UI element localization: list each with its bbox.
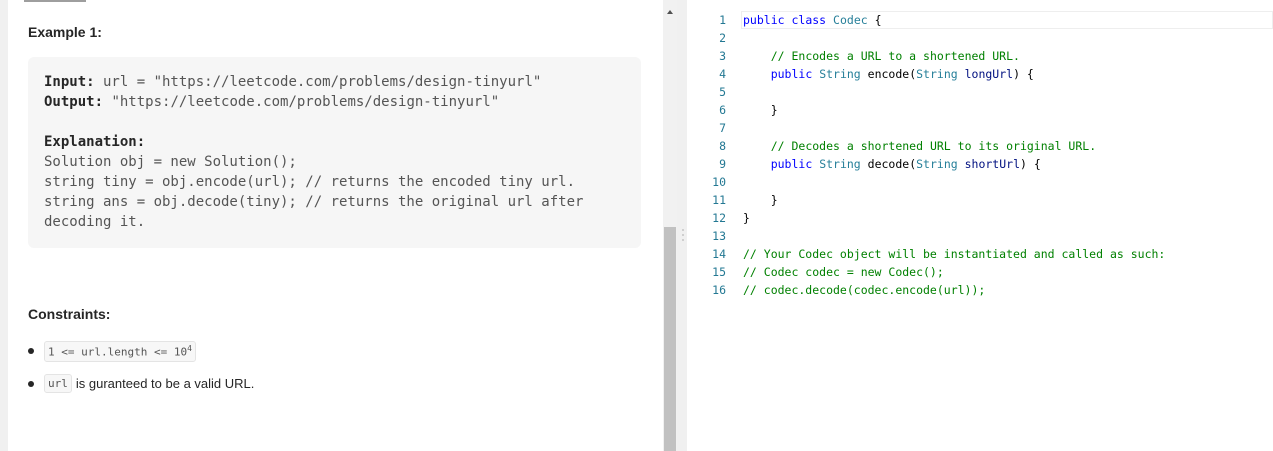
line-number: 1 (719, 13, 726, 27)
code-token: { (867, 13, 882, 27)
active-tab-indicator (24, 0, 86, 2)
line-number: 16 (712, 283, 726, 297)
code-text[interactable]: public class Codec { (743, 11, 882, 29)
grip-dot (682, 229, 684, 231)
inline-code: url (44, 374, 72, 393)
line-number: 12 (712, 211, 726, 225)
line-number: 8 (719, 139, 726, 153)
code-editor[interactable]: 1 public class Codec {2 3 // Encodes a URL… (687, 0, 1273, 451)
code-token: // codec.decode(codec.encode(url)); (743, 283, 986, 297)
code-token: } (743, 103, 778, 117)
code-token: shortUrl (964, 157, 1020, 171)
inline-code: 1 <= url.length <= 104 (44, 341, 196, 362)
example-explanation-line: string ans = obj.decode(tiny); // return… (44, 194, 584, 210)
code-token: class (791, 13, 827, 27)
scroll-up-arrow-icon[interactable] (667, 10, 673, 14)
grip-dot (682, 234, 684, 236)
example-explanation-line: string tiny = obj.encode(url); // return… (44, 174, 576, 190)
code-token: // Encodes a URL to a shortened URL. (770, 49, 1020, 63)
line-number: 11 (712, 193, 726, 207)
code-text[interactable]: // codec.decode(codec.encode(url)); (743, 281, 985, 299)
constraint-item: 1 <= url.length <= 104 (28, 341, 200, 362)
code-token: String (916, 157, 958, 171)
problem-description-panel: Example 1: Input: url = "https://leetcod… (8, 0, 663, 451)
code-token: longUrl (964, 67, 1014, 81)
code-token: } (743, 193, 778, 207)
code-text[interactable]: } (743, 209, 750, 227)
example-output-line: Output: "https://leetcode.com/problems/d… (44, 94, 500, 110)
code-token: // Codec codec = new Codec(); (743, 265, 944, 279)
example-explanation-line: decoding it. (44, 214, 146, 230)
code-text[interactable]: // Codec codec = new Codec(); (743, 263, 944, 281)
bullet-icon (28, 380, 34, 387)
code-text[interactable]: // Encodes a URL to a shortened URL. (743, 47, 1020, 65)
code-token: public (770, 67, 813, 81)
code-text[interactable]: // Your Codec object will be instantiate… (743, 245, 1165, 263)
bullet-icon (28, 348, 34, 355)
constraints-title: Constraints: (28, 306, 111, 322)
line-number: 10 (712, 175, 726, 189)
example-explanation-label: Explanation: (44, 134, 146, 150)
constraint-text: is guranteed to be a valid URL. (75, 376, 255, 391)
scrollbar-thumb[interactable] (664, 227, 676, 451)
description-scrollbar[interactable] (663, 0, 677, 451)
code-token: public (743, 13, 785, 27)
code-token: String (819, 67, 861, 81)
panel-resize-handle[interactable] (677, 0, 687, 451)
line-number: 15 (712, 265, 726, 279)
grip-dot (682, 239, 684, 241)
code-token: String (819, 157, 861, 171)
code-text[interactable]: // Decodes a shortened URL to its origin… (743, 137, 1096, 155)
line-number: 7 (719, 121, 726, 135)
code-text[interactable]: } (743, 191, 778, 209)
line-number: 13 (712, 229, 726, 243)
code-token: encode( (860, 67, 917, 81)
code-token: ) { (1020, 157, 1041, 171)
example-input-line: Input: url = "https://leetcode.com/probl… (44, 74, 542, 90)
line-number: 14 (712, 247, 726, 261)
code-token: String (916, 67, 958, 81)
code-token: Codec (833, 13, 868, 27)
line-number: 6 (719, 103, 726, 117)
code-token: decode( (860, 157, 917, 171)
line-number: 2 (719, 31, 726, 45)
constraint-item: url is guranteed to be a valid URL. (28, 374, 254, 393)
code-token: ) { (1013, 67, 1034, 81)
code-text[interactable]: public String encode(String longUrl) { (743, 65, 1034, 83)
code-token: // Decodes a shortened URL to its origin… (770, 139, 1097, 153)
code-text[interactable]: public String decode(String shortUrl) { (743, 155, 1041, 173)
example-explanation-line: Solution obj = new Solution(); (44, 154, 297, 170)
example-box: Input: url = "https://leetcode.com/probl… (28, 57, 641, 248)
code-text[interactable]: } (743, 101, 778, 119)
line-number: 5 (719, 85, 726, 99)
example-title: Example 1: (28, 24, 102, 40)
code-token: // Your Codec object will be instantiate… (743, 247, 1166, 261)
line-number: 9 (719, 157, 726, 171)
code-token: } (743, 211, 750, 225)
code-token: public (770, 157, 813, 171)
line-number: 3 (719, 49, 726, 63)
line-number: 4 (719, 67, 726, 81)
